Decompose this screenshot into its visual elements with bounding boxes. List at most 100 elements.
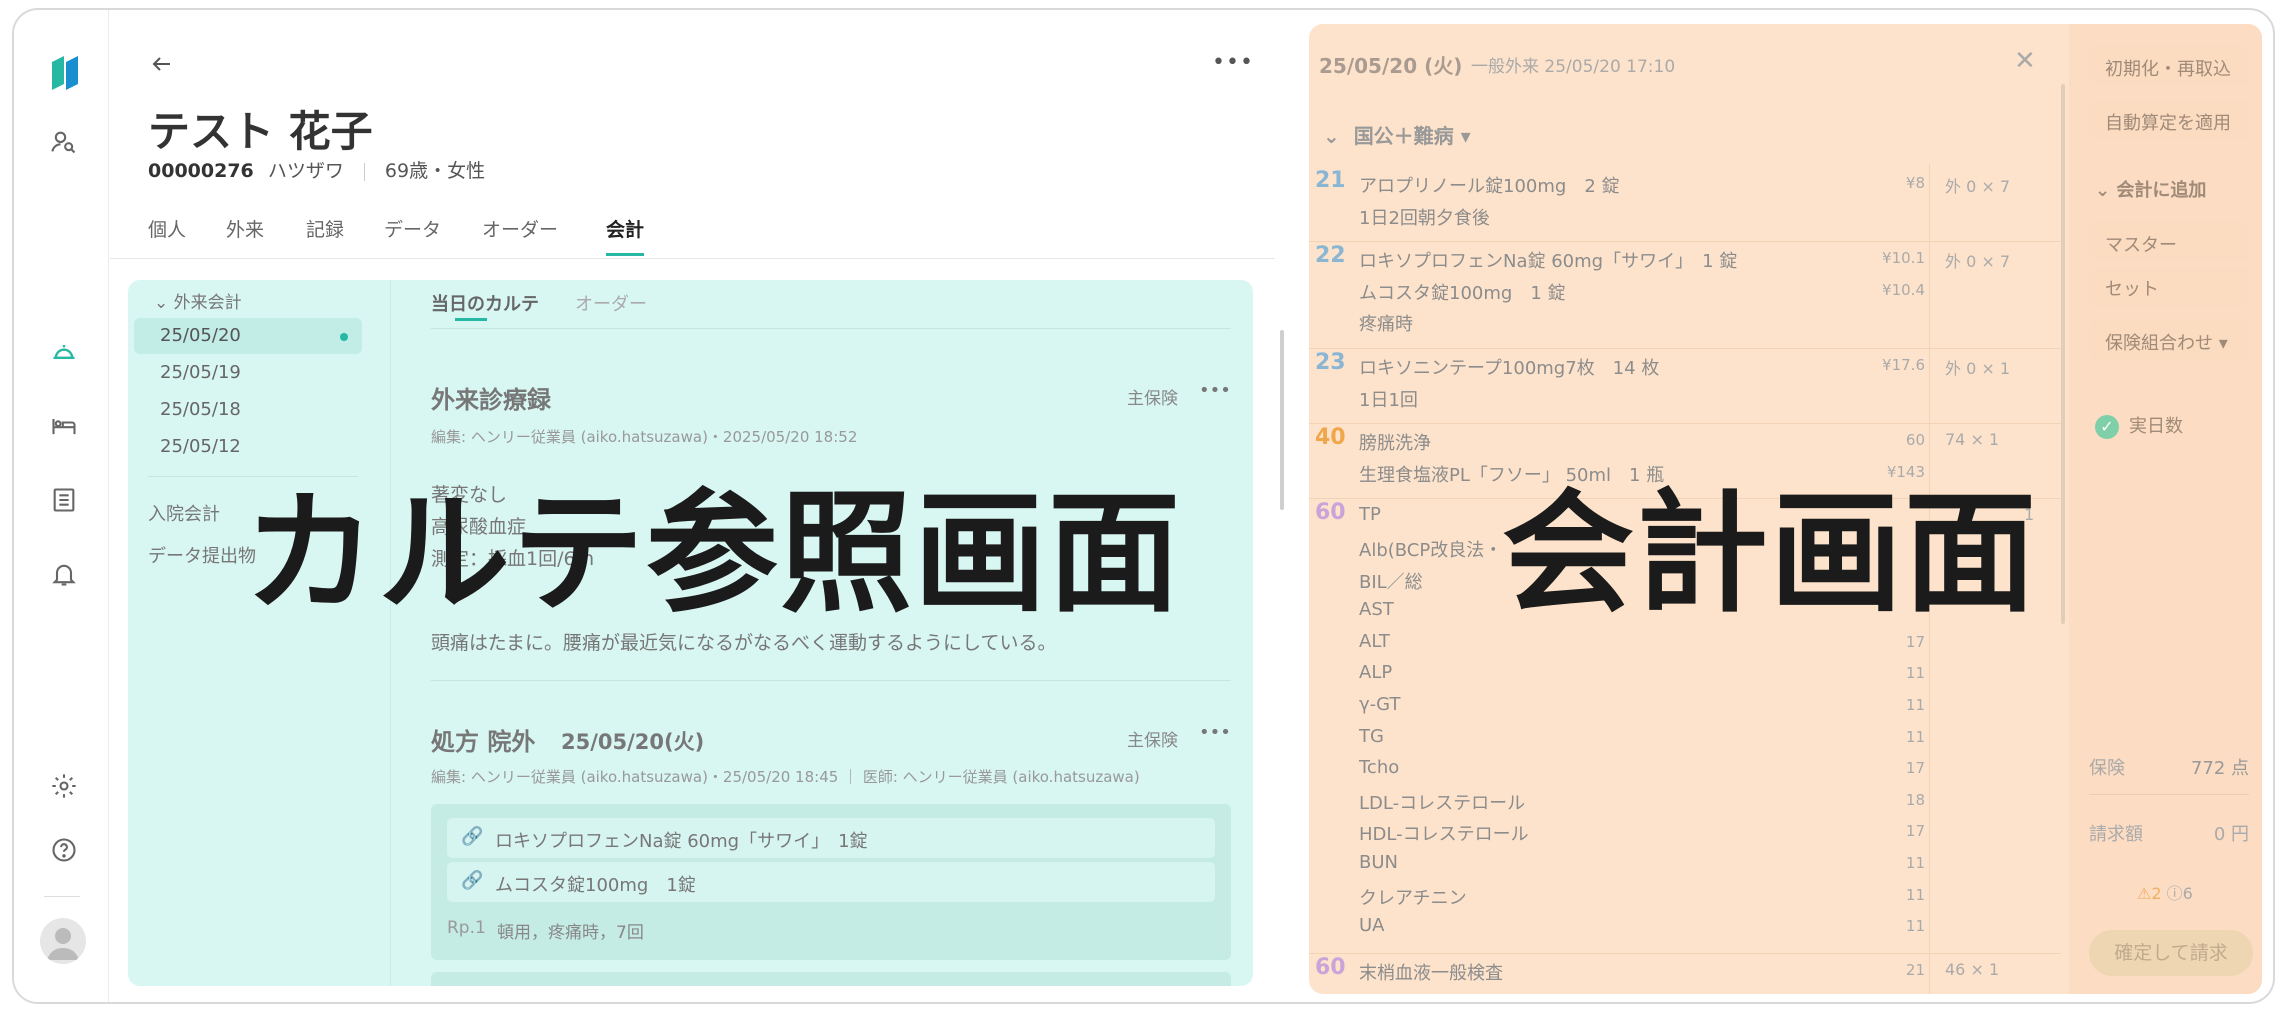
drug-row[interactable]: 🔗 ロキソプロフェンNa錠 60mg「サワイ」 1錠 xyxy=(447,818,1215,858)
billing-item-line[interactable]: ロキソプロフェンNa錠 60mg「サワイ」 1 錠 xyxy=(1359,247,1737,273)
billing-scrollbar[interactable] xyxy=(2061,84,2065,624)
billing-qty: 46 × 1 xyxy=(1945,959,2000,979)
patient-search-icon[interactable] xyxy=(50,128,78,156)
close-icon[interactable]: ✕ xyxy=(2014,46,2036,76)
billing-price: 11 xyxy=(1905,917,1925,936)
record-meta: 編集: ヘンリー従業員 (aiko.hatsuzawa)・2025/05/20 … xyxy=(431,428,858,446)
date-sidebar: ⌄ 外来会計 25/05/20 25/05/19 25/05/18 25/05/… xyxy=(128,280,388,986)
billing-item-line[interactable]: 1日2回朝夕食後 xyxy=(1359,204,1490,230)
tab-karte-orders[interactable]: オーダー xyxy=(575,290,647,316)
billing-price: 11 xyxy=(1905,727,1925,746)
inpatient-billing[interactable]: 入院会計 xyxy=(148,500,220,526)
billing-item-line[interactable]: TP xyxy=(1359,504,1381,525)
alerts[interactable]: ⚠2 ⓘ6 xyxy=(2137,880,2193,904)
record-text: 頭痛はたまに。腰痛が最近気になるがなるべく運動するようにしている。 xyxy=(431,632,1057,654)
record-more-icon[interactable]: ••• xyxy=(1199,722,1231,743)
billing-price: 17 xyxy=(1905,759,1925,778)
insurance-total-label: 保険 xyxy=(2089,758,2125,779)
help-icon[interactable] xyxy=(50,836,78,864)
billing-item-line[interactable]: 末梢血液一般検査 xyxy=(1359,959,1503,985)
master-button[interactable]: マスター xyxy=(2089,222,2249,262)
unread-dot xyxy=(340,333,348,341)
billing-date: 25/05/20 (火) xyxy=(1319,54,1463,78)
icon-rail xyxy=(14,10,109,1002)
billing-item-line[interactable]: Tcho xyxy=(1359,757,1399,778)
patient-info: 00000276 ハツザワ 69歳・女性 xyxy=(148,156,485,183)
tab-records[interactable]: 記録 xyxy=(306,215,344,242)
outpatient-billing-group[interactable]: ⌄ 外来会計 xyxy=(154,288,242,313)
scrollbar[interactable] xyxy=(1280,330,1284,510)
date-item[interactable]: 25/05/18 xyxy=(160,399,241,420)
set-button[interactable]: セット xyxy=(2089,266,2249,306)
billing-item-line[interactable]: LDL-コレステロール xyxy=(1359,789,1525,815)
tab-underline xyxy=(606,253,644,256)
date-item[interactable]: 25/05/12 xyxy=(160,436,241,457)
billing-item-line[interactable]: ロキソニンテープ100mg7枚 14 枚 xyxy=(1359,354,1659,380)
tab-billing[interactable]: 会計 xyxy=(606,215,644,242)
billing-code: 40 xyxy=(1315,425,1346,451)
billing-item-line[interactable]: γ-GT xyxy=(1359,694,1400,715)
drug-row[interactable]: 🔗 ムコスタ錠100mg 1錠 xyxy=(447,862,1215,902)
date-item[interactable]: 25/05/20 xyxy=(160,325,241,346)
patient-kana: ハツザワ xyxy=(267,160,344,182)
prescription-date: 25/05/20(火) xyxy=(561,730,705,754)
billing-item-line[interactable]: アロプリノール錠100mg 2 錠 xyxy=(1359,172,1620,198)
billing-item-line[interactable]: HDL-コレステロール xyxy=(1359,820,1529,846)
billing-item-line[interactable]: UA xyxy=(1359,915,1385,936)
info-icon: ⓘ xyxy=(2166,884,2183,903)
actual-days[interactable]: ✓ 実日数 xyxy=(2095,412,2183,439)
billing-item-line[interactable]: クレアチニン xyxy=(1359,884,1467,910)
insurance-combo-select[interactable]: 保険組合わせ ▾ xyxy=(2089,320,2249,360)
billing-item-line[interactable]: Alb(BCP改良法・ xyxy=(1359,536,1502,562)
billing-item-line[interactable]: ムコスタ錠100mg 1 錠 xyxy=(1359,279,1566,305)
settings-icon[interactable] xyxy=(50,772,78,800)
billing-item-line[interactable]: BUN xyxy=(1359,852,1398,873)
add-to-billing[interactable]: ⌄ 会計に追加 xyxy=(2095,176,2206,202)
reception-bell-icon[interactable] xyxy=(50,338,78,366)
billing-item-line[interactable]: ALT xyxy=(1359,631,1390,652)
insurance-group[interactable]: ⌄ 国公＋難病 ▾ xyxy=(1323,120,1471,149)
billing-item-line[interactable]: AST xyxy=(1359,599,1394,620)
pill-icon: 🔗 xyxy=(461,870,484,891)
app-window: ••• テスト 花子 00000276 ハツザワ 69歳・女性 個人 外来 記録… xyxy=(12,8,2275,1004)
billing-side xyxy=(2069,24,2262,994)
patient-age-sex: 69歳・女性 xyxy=(384,160,486,182)
record-more-icon[interactable]: ••• xyxy=(1199,380,1231,401)
tab-today-karte[interactable]: 当日のカルテ xyxy=(431,290,539,316)
tab-outpatient[interactable]: 外来 xyxy=(226,215,264,242)
billing-item-line[interactable]: 1日1回 xyxy=(1359,386,1418,412)
billing-price: ¥17.6 xyxy=(1882,356,1925,374)
notification-icon[interactable] xyxy=(50,560,78,588)
more-icon[interactable]: ••• xyxy=(1212,50,1254,75)
tab-personal[interactable]: 個人 xyxy=(148,215,186,242)
billing-price: 11 xyxy=(1905,854,1925,872)
data-submission[interactable]: データ提出物 xyxy=(148,542,256,568)
warning-icon: ⚠ xyxy=(2137,884,2152,903)
reset-reimport-button[interactable]: 初期化・再取込 xyxy=(2089,46,2249,86)
logo-icon xyxy=(52,56,78,90)
billing-item-line[interactable]: ALP xyxy=(1359,662,1392,683)
billing-item-line[interactable]: 膀胱洗浄 xyxy=(1359,429,1431,455)
bill-amount-value: 0 円 xyxy=(2213,824,2249,845)
divider xyxy=(44,896,80,897)
billing-item-line[interactable]: BIL／総 xyxy=(1359,568,1423,594)
prescription-meta: 編集: ヘンリー従業員 (aiko.hatsuzawa)・25/05/20 18… xyxy=(431,768,1140,786)
billing-item-line[interactable]: TG xyxy=(1359,726,1384,747)
list-icon[interactable] xyxy=(50,486,78,514)
avatar[interactable] xyxy=(40,918,86,964)
apply-auto-calc-button[interactable]: 自動算定を適用 xyxy=(2089,100,2249,140)
back-arrow-icon[interactable] xyxy=(150,52,174,76)
confirm-bill-button[interactable]: 確定して請求 xyxy=(2089,930,2253,976)
billing-qty: 外 0 × 7 xyxy=(1945,177,2011,196)
billing-divider xyxy=(1309,348,2061,349)
billing-price: 11 xyxy=(1905,696,1925,714)
tab-orders[interactable]: オーダー xyxy=(482,215,558,242)
billing-code: 60 xyxy=(1315,954,1346,980)
billing-code: 22 xyxy=(1315,243,1346,269)
tab-data[interactable]: データ xyxy=(384,215,441,242)
billing-code: 60 xyxy=(1315,500,1346,526)
billing-item-line[interactable]: 疼痛時 xyxy=(1359,310,1413,336)
bed-icon[interactable] xyxy=(50,412,78,440)
date-item[interactable]: 25/05/19 xyxy=(160,362,241,383)
prescription-title: 処方 院外 xyxy=(431,728,536,756)
